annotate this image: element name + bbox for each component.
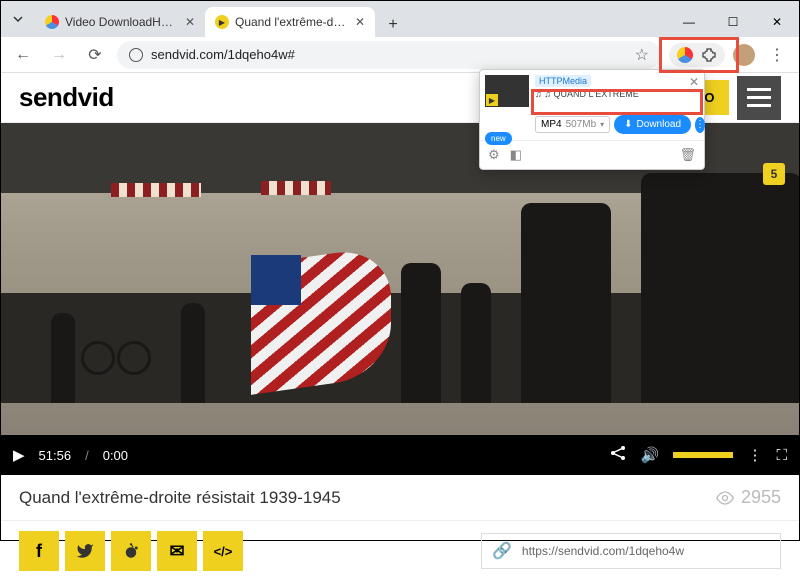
share-embed-button[interactable]: </> [203, 531, 243, 571]
popup-thumbnail [485, 75, 529, 107]
channel-watermark: 5 [763, 163, 785, 185]
browser-menu-button[interactable]: ⋮ [763, 41, 791, 69]
volume-slider[interactable] [673, 452, 733, 458]
video-player: 5 ▶ 51:56 / 0:00 🔊 ⋮ ⛶ [1, 123, 799, 475]
share-url-box[interactable]: 🔗 https://sendvid.com/1dqeho4w [481, 533, 781, 569]
share-email-button[interactable]: ✉ [157, 531, 197, 571]
play-button[interactable]: ▶ [13, 446, 25, 464]
close-tab-icon[interactable]: ✕ [185, 15, 195, 29]
tab-title: Quand l'extrême-droite résista [235, 15, 349, 29]
close-window-button[interactable]: ✕ [755, 7, 799, 37]
extensions-area [669, 43, 725, 67]
download-button[interactable]: ⬇ Download [614, 115, 691, 134]
popup-delete-icon[interactable]: 🗑 [679, 147, 696, 163]
window-controls: — ☐ ✕ [667, 7, 799, 37]
browser-toolbar: ← → ⟳ sendvid.com/1dqeho4w# ☆ ⋮ [1, 37, 799, 73]
volume-icon[interactable]: 🔊 [641, 446, 660, 464]
video-meta-row: Quand l'extrême-droite résistait 1939-19… [1, 475, 799, 521]
video-title: Quand l'extrême-droite résistait 1939-19… [19, 488, 341, 508]
media-type-badge: HTTPMedia [535, 75, 591, 87]
browser-tab-vdh[interactable]: Video DownloadHelper - Chro ✕ [35, 7, 205, 37]
popup-settings-icon[interactable]: ⚙ [488, 147, 500, 163]
sendvid-logo[interactable]: sendvid [19, 82, 114, 113]
extensions-button[interactable] [699, 45, 719, 65]
share-reddit-button[interactable] [111, 531, 151, 571]
bookmark-icon[interactable]: ☆ [635, 45, 649, 65]
popup-media-title: ♫ ♫ QUAND L'EXTRÊME [535, 89, 683, 99]
back-button[interactable]: ← [9, 41, 37, 69]
url-text: sendvid.com/1dqeho4w# [151, 47, 295, 62]
tab-search-dropdown[interactable] [1, 1, 35, 37]
address-bar[interactable]: sendvid.com/1dqeho4w# ☆ [117, 41, 661, 69]
vdh-extension-popup: HTTPMedia ♫ ♫ QUAND L'EXTRÊME ✕ MP4 507M… [479, 69, 705, 170]
popup-panel-icon[interactable]: ◧ [510, 147, 522, 163]
browser-titlebar: Video DownloadHelper - Chro ✕ ▶ Quand l'… [1, 1, 799, 37]
site-info-icon[interactable] [129, 48, 143, 62]
vdh-favicon [45, 15, 59, 29]
link-icon: 🔗 [492, 541, 512, 561]
minimize-button[interactable]: — [667, 7, 711, 37]
share-url-text: https://sendvid.com/1dqeho4w [522, 544, 684, 558]
fullscreen-icon[interactable]: ⛶ [776, 447, 787, 464]
share-facebook-button[interactable]: f [19, 531, 59, 571]
time-separator: / [85, 448, 89, 463]
settings-icon[interactable]: ⋮ [747, 446, 762, 464]
eye-icon [715, 491, 735, 505]
close-tab-icon[interactable]: ✕ [355, 15, 365, 29]
share-row: f ✉ </> 🔗 https://sendvid.com/1dqeho4w [1, 521, 799, 581]
share-icon[interactable] [609, 444, 627, 466]
new-tab-button[interactable]: + [381, 13, 405, 37]
current-time: 51:56 [39, 448, 72, 463]
hamburger-menu-button[interactable] [737, 76, 781, 120]
forward-button[interactable]: → [45, 41, 73, 69]
download-icon: ⬇ [624, 119, 632, 130]
popup-close-icon[interactable]: ✕ [689, 75, 699, 89]
sendvid-favicon: ▶ [215, 15, 229, 29]
download-more-button[interactable]: ⋮ [695, 117, 705, 133]
share-twitter-button[interactable] [65, 531, 105, 571]
browser-tab-sendvid[interactable]: ▶ Quand l'extrême-droite résista ✕ [205, 7, 375, 37]
chevron-down-icon: ▾ [600, 120, 604, 129]
new-badge: new [485, 132, 512, 145]
reload-button[interactable]: ⟳ [81, 41, 109, 69]
format-select[interactable]: MP4 507Mb ▾ [535, 116, 610, 133]
duration: 0:00 [103, 448, 128, 463]
vdh-extension-icon[interactable] [675, 45, 695, 65]
profile-avatar[interactable] [733, 44, 755, 66]
view-count: 2955 [715, 487, 781, 508]
video-controls: ▶ 51:56 / 0:00 🔊 ⋮ ⛶ [1, 435, 799, 475]
tab-title: Video DownloadHelper - Chro [65, 15, 179, 29]
maximize-button[interactable]: ☐ [711, 7, 755, 37]
